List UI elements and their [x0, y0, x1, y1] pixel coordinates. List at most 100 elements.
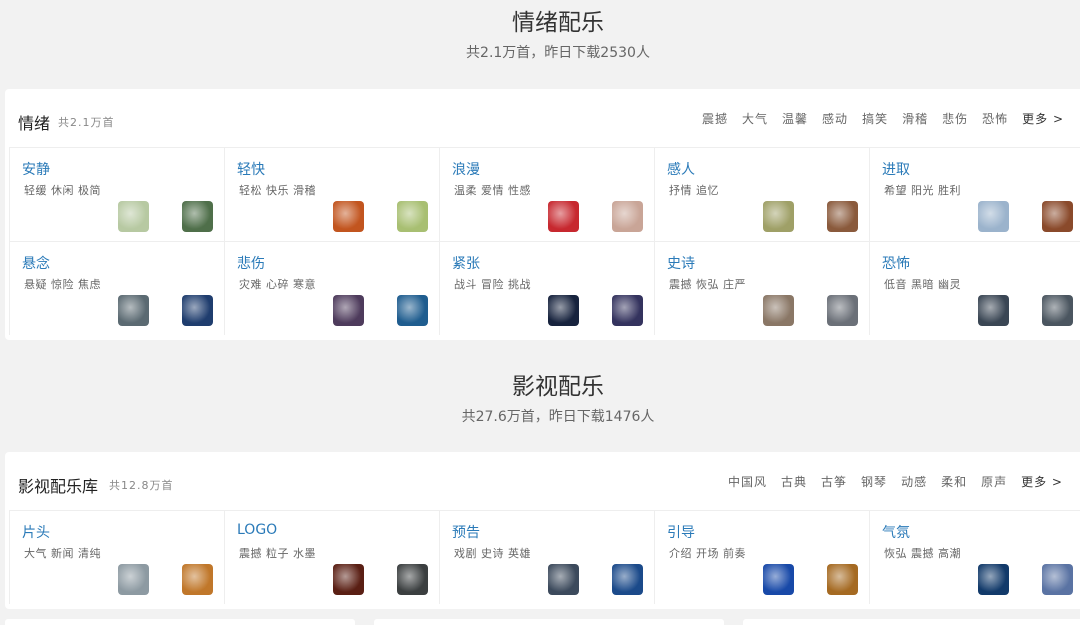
category-name[interactable]: 悲伤 [237, 253, 265, 273]
thumbnail-image[interactable] [1042, 564, 1073, 595]
tag-link[interactable]: 搞笑 [862, 110, 888, 127]
category-card[interactable]: 安静轻缓 休闲 极简 [9, 147, 224, 241]
film-tag-links: 中国风 古典 古筝 钢琴 动感 柔和 原声 更多 > [728, 473, 1063, 490]
thumbnail-image[interactable] [548, 564, 579, 595]
panel-title: 影视配乐库 [18, 477, 99, 496]
category-tags: 战斗 冒险 挑战 [454, 278, 531, 291]
thumbnail-image[interactable] [612, 295, 643, 326]
category-name[interactable]: 引导 [667, 522, 695, 542]
tag-link[interactable]: 原声 [981, 473, 1007, 490]
thumbnail-image[interactable] [827, 564, 858, 595]
more-link[interactable]: 更多 > [1021, 473, 1063, 490]
tag-link[interactable]: 大气 [742, 110, 768, 127]
thumbnail-image[interactable] [333, 564, 364, 595]
tag-link[interactable]: 中国风 [728, 473, 767, 490]
category-card[interactable]: 紧张战斗 冒险 挑战 [439, 241, 654, 335]
category-name[interactable]: 感人 [667, 159, 695, 179]
category-name[interactable]: 轻快 [237, 159, 265, 179]
film-section-header: 影视配乐 共27.6万首，昨日下载1476人 [0, 372, 1080, 426]
tag-link[interactable]: 古筝 [821, 473, 847, 490]
thumbnail-image[interactable] [118, 564, 149, 595]
category-name[interactable]: 预告 [452, 522, 480, 542]
category-tags: 震撼 恢弘 庄严 [669, 278, 746, 291]
category-card[interactable]: 引导 介绍 开场 前奏 [654, 510, 869, 604]
tag-link[interactable]: 感动 [822, 110, 848, 127]
thumbnail-image[interactable] [978, 564, 1009, 595]
tag-link[interactable]: 温馨 [782, 110, 808, 127]
thumbnail-image[interactable] [182, 295, 213, 326]
thumbnail-image[interactable] [978, 295, 1009, 326]
category-name[interactable]: 浪漫 [452, 159, 480, 179]
category-tags: 希望 阳光 胜利 [884, 184, 961, 197]
thumbnail-image[interactable] [397, 201, 428, 232]
category-name[interactable]: 史诗 [667, 253, 695, 273]
thumbnail-image[interactable] [548, 295, 579, 326]
section-subtitle: 共2.1万首，昨日下载2530人 [466, 45, 650, 61]
category-card[interactable]: 预告戏剧 史诗 英雄 [439, 510, 654, 604]
category-tags: 低音 黑暗 幽灵 [884, 278, 961, 291]
category-tags: 抒情 追忆 [669, 184, 719, 197]
category-name[interactable]: 片头 [22, 522, 50, 542]
category-tags: 轻缓 休闲 极简 [24, 184, 101, 197]
tag-link[interactable]: 柔和 [941, 473, 967, 490]
thumbnail-image[interactable] [333, 295, 364, 326]
category-card[interactable]: 感人 抒情 追忆 [654, 147, 869, 241]
category-card[interactable]: 悬念悬疑 惊险 焦虑 [9, 241, 224, 335]
category-name[interactable]: 紧张 [452, 253, 480, 273]
thumbnail-image[interactable] [118, 201, 149, 232]
thumbnail-image[interactable] [1042, 295, 1073, 326]
next-panel-edge [5, 619, 355, 625]
thumbnail-image[interactable] [827, 295, 858, 326]
next-panel-edge [374, 619, 724, 625]
category-tags: 轻松 快乐 滑稽 [239, 184, 316, 197]
panel-count: 共12.8万首 [109, 479, 174, 492]
category-name[interactable]: 进取 [882, 159, 910, 179]
thumbnail-image[interactable] [548, 201, 579, 232]
category-card[interactable]: LOGO 震撼 粒子 水墨 [224, 510, 439, 604]
category-name[interactable]: 安静 [22, 159, 50, 179]
section-subtitle: 共27.6万首，昨日下载1476人 [461, 409, 655, 425]
category-name[interactable]: 悬念 [22, 253, 50, 273]
thumbnail-image[interactable] [978, 201, 1009, 232]
section-title: 情绪配乐 [512, 10, 604, 36]
thumbnail-image[interactable] [397, 295, 428, 326]
thumbnail-image[interactable] [612, 201, 643, 232]
thumbnail-image[interactable] [118, 295, 149, 326]
category-card[interactable]: 轻快轻松 快乐 滑稽 [224, 147, 439, 241]
tag-link[interactable]: 钢琴 [861, 473, 887, 490]
thumbnail-image[interactable] [763, 295, 794, 326]
tag-link[interactable]: 动感 [901, 473, 927, 490]
category-card[interactable]: 悲伤 灾难 心碎 寒意 [224, 241, 439, 335]
category-tags: 悬疑 惊险 焦虑 [24, 278, 101, 291]
thumbnail-image[interactable] [612, 564, 643, 595]
thumbnail-image[interactable] [182, 564, 213, 595]
category-grid: 片头 大气 新闻 清纯 LOGO 震撼 粒子 水墨 预告 戏剧 史诗 英雄 引导 介绍 开场 … [9, 510, 1080, 604]
thumbnail-image[interactable] [182, 201, 213, 232]
panel-header: 影视配乐库 共12.8万首 中国风 古典 古筝 钢琴 动感 柔和 原声 更多 > [5, 452, 1080, 510]
mood-panel: 情绪 共2.1万首 震撼 大气 温馨 感动 搞笑 滑稽 悲伤 恐怖 更多 > 安… [5, 89, 1080, 340]
category-card[interactable]: 史诗震撼 恢弘 庄严 [654, 241, 869, 335]
tag-link[interactable]: 古典 [781, 473, 807, 490]
category-card[interactable]: 进取希望 阳光 胜利 [869, 147, 1080, 241]
thumbnail-image[interactable] [1042, 201, 1073, 232]
more-link[interactable]: 更多 > [1022, 110, 1064, 127]
tag-link[interactable]: 悲伤 [942, 110, 968, 127]
film-panel: 影视配乐库 共12.8万首 中国风 古典 古筝 钢琴 动感 柔和 原声 更多 >… [5, 452, 1080, 609]
tag-link[interactable]: 滑稽 [902, 110, 928, 127]
thumbnail-image[interactable] [763, 201, 794, 232]
category-card[interactable]: 浪漫 温柔 爱情 性感 [439, 147, 654, 241]
category-name[interactable]: 气氛 [882, 522, 910, 542]
tag-link[interactable]: 震撼 [702, 110, 728, 127]
thumbnail-image[interactable] [763, 564, 794, 595]
category-card[interactable]: 恐怖低音 黑暗 幽灵 [869, 241, 1080, 335]
category-name[interactable]: 恐怖 [882, 253, 910, 273]
category-tags: 戏剧 史诗 英雄 [454, 547, 531, 560]
thumbnail-image[interactable] [827, 201, 858, 232]
thumbnail-image[interactable] [333, 201, 364, 232]
tag-link[interactable]: 恐怖 [982, 110, 1008, 127]
category-name[interactable]: LOGO [237, 522, 277, 538]
category-card[interactable]: 片头 大气 新闻 清纯 [9, 510, 224, 604]
thumbnail-image[interactable] [397, 564, 428, 595]
panel-title: 情绪 [18, 114, 51, 133]
category-card[interactable]: 气氛 恢弘 震撼 高潮 [869, 510, 1080, 604]
